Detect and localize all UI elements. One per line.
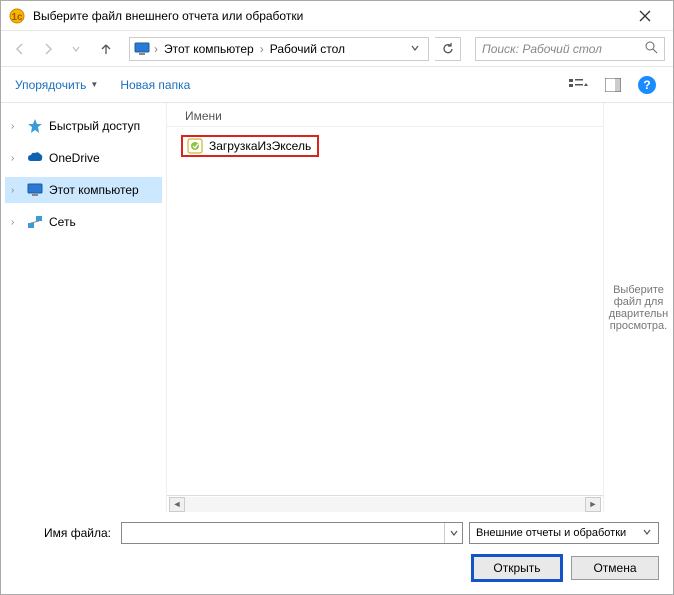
pc-icon	[27, 182, 43, 198]
chevron-right-icon: ›	[154, 42, 158, 56]
preview-pane: Выберите файл для дварительн просмотра.	[603, 103, 673, 512]
filename-dropdown[interactable]	[444, 523, 462, 543]
column-header-name[interactable]: Имени	[167, 103, 603, 127]
sidebar-item-onedrive[interactable]: › OneDrive	[5, 145, 162, 171]
organize-menu[interactable]: Упорядочить ▼	[15, 78, 98, 92]
cancel-button[interactable]: Отмена	[571, 556, 659, 580]
search-placeholder: Поиск: Рабочий стол	[482, 42, 645, 56]
open-button[interactable]: Открыть	[473, 556, 561, 580]
refresh-button[interactable]	[435, 37, 461, 61]
crumb-desktop[interactable]: Рабочий стол	[268, 42, 347, 56]
chevron-down-icon	[642, 527, 652, 540]
breadcrumb-dropdown[interactable]	[406, 42, 424, 56]
back-button[interactable]	[9, 38, 31, 60]
sidebar-item-quickaccess[interactable]: › Быстрый доступ	[5, 113, 162, 139]
file-item[interactable]: ЗагрузкаИзЭксель	[181, 135, 319, 157]
close-button[interactable]	[625, 2, 665, 30]
app-icon: 1c	[9, 8, 25, 24]
filename-label: Имя файла:	[15, 526, 115, 540]
recent-dropdown[interactable]	[65, 38, 87, 60]
cloud-icon	[27, 150, 43, 166]
titlebar: 1c Выберите файл внешнего отчета или обр…	[1, 1, 673, 31]
file-name: ЗагрузкаИзЭксель	[209, 139, 311, 153]
navbar: › Этот компьютер › Рабочий стол Поиск: Р…	[1, 31, 673, 67]
file-icon	[187, 138, 203, 154]
new-folder-button[interactable]: Новая папка	[120, 78, 190, 92]
horizontal-scrollbar[interactable]: ◄ ►	[167, 495, 603, 512]
crumb-computer[interactable]: Этот компьютер	[162, 42, 256, 56]
forward-button[interactable]	[37, 38, 59, 60]
search-icon	[645, 41, 658, 57]
network-icon	[27, 214, 43, 230]
star-icon	[27, 118, 43, 134]
preview-pane-button[interactable]	[601, 73, 625, 97]
file-list-pane: Имени ЗагрузкаИзЭксель ◄ ►	[166, 103, 603, 512]
up-button[interactable]	[95, 38, 117, 60]
help-button[interactable]: ?	[635, 73, 659, 97]
main-pane: › Быстрый доступ › OneDrive › Этот компь…	[1, 103, 673, 512]
chevron-right-icon: ›	[260, 42, 264, 56]
toolbar: Упорядочить ▼ Новая папка ?	[1, 67, 673, 103]
chevron-right-icon: ›	[11, 121, 21, 132]
search-input[interactable]: Поиск: Рабочий стол	[475, 37, 665, 61]
chevron-down-icon: ▼	[90, 80, 98, 89]
filename-input[interactable]	[121, 522, 463, 544]
chevron-right-icon: ›	[11, 185, 21, 196]
file-list[interactable]: ЗагрузкаИзЭксель	[167, 127, 603, 495]
sidebar-item-network[interactable]: › Сеть	[5, 209, 162, 235]
pc-icon	[134, 42, 150, 56]
breadcrumb[interactable]: › Этот компьютер › Рабочий стол	[129, 37, 429, 61]
scroll-track[interactable]	[185, 497, 585, 512]
window-title: Выберите файл внешнего отчета или обрабо…	[33, 9, 625, 23]
help-icon: ?	[638, 76, 656, 94]
file-type-filter[interactable]: Внешние отчеты и обработки	[469, 522, 659, 544]
scroll-left-button[interactable]: ◄	[169, 497, 185, 512]
scroll-right-button[interactable]: ►	[585, 497, 601, 512]
svg-text:1c: 1c	[11, 12, 23, 23]
chevron-right-icon: ›	[11, 153, 21, 164]
view-options-button[interactable]	[567, 73, 591, 97]
sidebar-item-computer[interactable]: › Этот компьютер	[5, 177, 162, 203]
sidebar: › Быстрый доступ › OneDrive › Этот компь…	[1, 103, 166, 512]
footer: Имя файла: Внешние отчеты и обработки От…	[1, 512, 673, 594]
chevron-right-icon: ›	[11, 217, 21, 228]
